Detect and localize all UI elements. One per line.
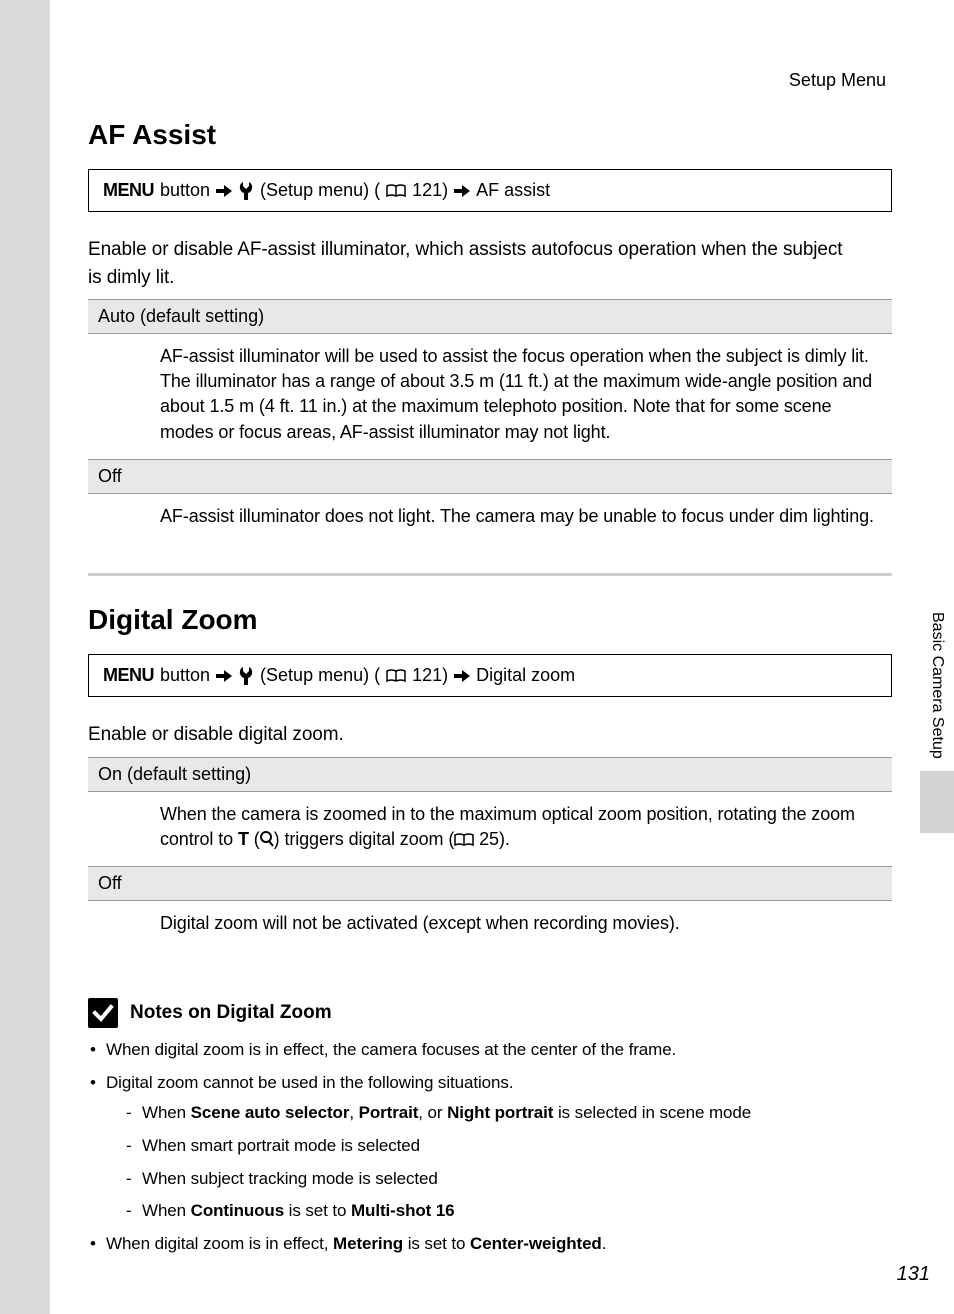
notes-block: Notes on Digital Zoom When digital zoom … [88,998,892,1256]
list-item: When Scene auto selector, Portrait, or N… [126,1101,892,1126]
arrow-right-icon [454,669,470,683]
notes-title-row: Notes on Digital Zoom [88,998,892,1028]
setup-menu-text: (Setup menu) ( [260,665,380,686]
button-word: button [160,665,210,686]
list-item: When subject tracking mode is selected [126,1167,892,1192]
breadcrumb-target: AF assist [476,180,550,201]
list-item: When smart portrait mode is selected [126,1134,892,1159]
notes-bullet-list: When digital zoom is in effect, the came… [88,1038,892,1256]
option-description: AF-assist illuminator will be used to as… [88,334,892,460]
manual-page: Setup Menu AF Assist MENU button (Setup … [50,0,954,1314]
af-assist-breadcrumb: MENU button (Setup menu) ( 121) AF assis… [88,169,892,212]
notes-title-text: Notes on Digital Zoom [130,1002,332,1024]
menu-button-label: MENU [103,180,154,201]
option-name: Off [88,866,892,900]
page-ref: 121) [412,665,448,686]
list-item: When Continuous is set to Multi-shot 16 [126,1199,892,1224]
page-header-section: Setup Menu [88,70,892,91]
af-assist-intro: Enable or disable AF-assist illuminator,… [88,236,848,291]
button-word: button [160,180,210,201]
list-item: When digital zoom is in effect, the came… [88,1038,892,1063]
digital-zoom-heading: Digital Zoom [88,604,892,636]
book-icon [454,833,474,847]
option-description: Digital zoom will not be activated (exce… [88,900,892,950]
digital-zoom-intro: Enable or disable digital zoom. [88,721,848,749]
digital-zoom-options-table: On (default setting) When the camera is … [88,757,892,951]
arrow-right-icon [454,184,470,198]
option-name: On (default setting) [88,757,892,791]
magnifier-icon [260,831,274,847]
af-assist-options-table: Auto (default setting) AF-assist illumin… [88,299,892,543]
tele-t-label: T [238,829,249,849]
menu-button-label: MENU [103,665,154,686]
option-description: AF-assist illuminator does not light. Th… [88,493,892,543]
page-ref: 121) [412,180,448,201]
side-tab: Basic Camera Setup [920,606,954,833]
side-tab-marker [920,771,954,833]
af-assist-heading: AF Assist [88,119,892,151]
wrench-icon [238,182,254,200]
option-name: Auto (default setting) [88,300,892,334]
option-name: Off [88,459,892,493]
list-item: Digital zoom cannot be used in the follo… [88,1071,892,1224]
section-divider [88,573,892,576]
setup-menu-text: (Setup menu) ( [260,180,380,201]
breadcrumb-target: Digital zoom [476,665,575,686]
option-description: When the camera is zoomed in to the maxi… [88,791,892,866]
book-icon [386,184,406,198]
notes-sub-list: When Scene auto selector, Portrait, or N… [106,1101,892,1224]
page-number: 131 [897,1263,930,1286]
side-tab-label: Basic Camera Setup [928,606,946,765]
digital-zoom-breadcrumb: MENU button (Setup menu) ( 121) Digital … [88,654,892,697]
check-badge-icon [88,998,118,1028]
wrench-icon [238,667,254,685]
section-name-label: Setup Menu [789,70,886,90]
book-icon [386,669,406,683]
arrow-right-icon [216,669,232,683]
arrow-right-icon [216,184,232,198]
list-item: When digital zoom is in effect, Metering… [88,1232,892,1257]
